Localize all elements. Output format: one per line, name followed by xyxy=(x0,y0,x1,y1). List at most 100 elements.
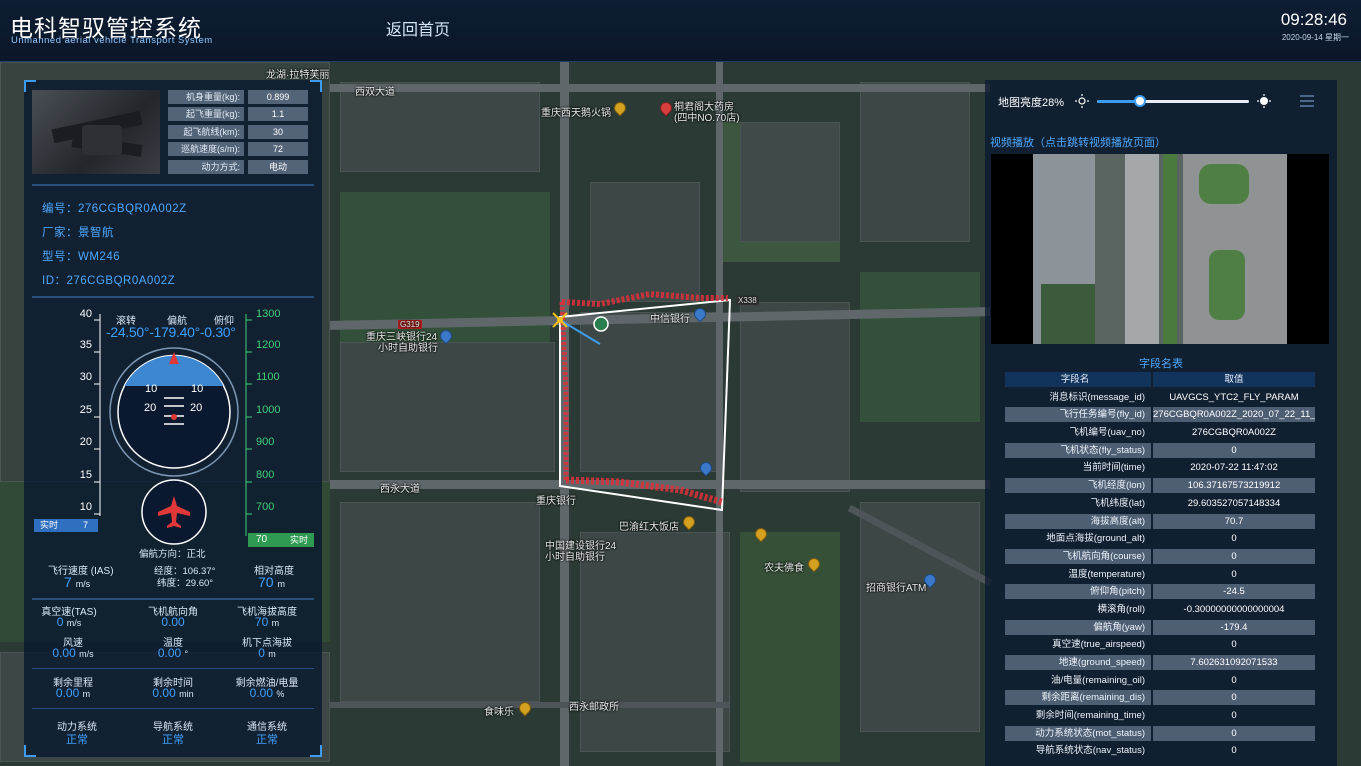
relative-altitude-number: 70 xyxy=(258,574,274,590)
map-label: 龙湖·拉特芙丽 xyxy=(266,70,330,81)
table-field-name: 动力系统状态(mot_status) xyxy=(1005,725,1151,741)
table-field-value: 276CGBQR0A002Z xyxy=(1192,427,1276,439)
table-row: 飞行任务编号(fly_id) 276CGBQR0A002Z_2020_07_22_… xyxy=(1005,406,1337,424)
ias-value: 7 m/s xyxy=(64,574,90,590)
table-row: 海拔高度(alt) 70.7 xyxy=(1005,513,1337,531)
stat-unit: m xyxy=(271,618,280,628)
table-field-name: 剩余时间(remaining_time) xyxy=(1035,710,1145,722)
map-label: 农夫佛食 xyxy=(764,563,804,574)
drone-id-value: 276CGBQR0A002Z xyxy=(66,275,176,287)
altitude-realtime-marker: 70 实时 xyxy=(248,533,314,547)
table-field-value: -24.5 xyxy=(1153,584,1315,600)
table-field-name: 地速(ground_speed) xyxy=(1005,655,1151,670)
table-field-name: 俯仰角(pitch) xyxy=(1005,584,1151,600)
brightness-slider[interactable] xyxy=(1097,95,1249,107)
latitude-label: 纬度： xyxy=(157,578,186,589)
stat-value: 70 m xyxy=(222,615,312,629)
map-label: 西双大道 xyxy=(355,87,395,98)
spec-row: 巡航速度(s/m): 72 xyxy=(168,142,316,156)
drone-id-label: ID： xyxy=(42,275,67,287)
realtime-label: 实时 xyxy=(289,535,308,545)
table-header-row: 字段名 取值 xyxy=(1005,371,1337,389)
table-row: 真空速(true_airspeed) 0 xyxy=(1005,636,1337,654)
table-field-value: 7.602631092071533 xyxy=(1153,655,1315,670)
app-subtitle: Unmanned aerial vehicle Transport System xyxy=(11,35,213,46)
speed-marker-value: 7 xyxy=(82,520,88,530)
relative-altitude-unit: m xyxy=(277,579,285,589)
stat-value: 0.00 m xyxy=(28,686,118,700)
drone-number-value: 276CGBQR0A002Z xyxy=(78,203,187,215)
video-road xyxy=(1125,154,1159,344)
stat-number: 0.00 xyxy=(152,686,176,700)
stat-unit: min xyxy=(179,689,194,699)
table-field-value: 0 xyxy=(1231,710,1237,722)
table-field-name: 飞机航向角(course) xyxy=(1005,548,1151,564)
stat-value: 0.00 m/s xyxy=(28,646,118,660)
altitude-marker-value: 70 xyxy=(256,534,268,545)
sun-bright-icon[interactable] xyxy=(1257,94,1271,108)
map-label: 西永大道 xyxy=(380,484,420,495)
road-sign: X338 xyxy=(736,296,759,305)
stat-unit: m xyxy=(268,649,276,659)
attitude-indicator xyxy=(109,347,239,477)
table-field-value: -0.30000000000000004 xyxy=(1183,603,1285,615)
table-field-value: -179.4 xyxy=(1153,619,1315,635)
table-field-name: 真空速(true_airspeed) xyxy=(1052,639,1145,651)
spec-label: 起飞航线(km): xyxy=(168,125,244,139)
system-status: 正常 xyxy=(162,734,184,746)
realtime-label: 实时 xyxy=(40,520,59,530)
video-trees xyxy=(1199,164,1249,204)
menu-icon[interactable] xyxy=(1299,94,1315,108)
current-time: 09:28:46 xyxy=(1280,10,1347,29)
divider xyxy=(32,668,314,669)
sun-dim-icon[interactable] xyxy=(1075,94,1089,108)
brightness-slider-knob[interactable] xyxy=(1133,95,1146,107)
heading-direction: 偏航方向：正北 xyxy=(139,549,206,560)
ias-unit: m/s xyxy=(75,579,91,589)
table-row: 飞机航向角(course) 0 xyxy=(1005,548,1337,566)
stat-unit: m xyxy=(82,689,91,699)
latitude-value: 29.60° xyxy=(185,578,214,589)
table-row: 当前时间(time) 2020-07-22 11:47:02 xyxy=(1005,459,1337,477)
drone-number-label: 编号： xyxy=(42,203,78,215)
relative-altitude-value: 70 m xyxy=(258,574,285,590)
spec-value: 1.1 xyxy=(248,107,308,121)
map-label: 重庆银行 xyxy=(536,496,576,507)
pitch-mark: 10 xyxy=(145,383,158,395)
table-row: 地速(ground_speed) 7.602631092071533 xyxy=(1005,654,1337,672)
divider xyxy=(32,184,314,186)
spec-label: 巡航速度(s/m): xyxy=(168,142,244,156)
table-field-value: 29.603527057148334 xyxy=(1187,497,1281,509)
table-row: 剩余距离(remaining_dis) 0 xyxy=(1005,689,1337,707)
system-status: 正常 xyxy=(256,734,278,746)
table-row: 横滚角(roll) -0.30000000000000004 xyxy=(1005,601,1337,619)
table-row: 油/电量(remaining_oil) 0 xyxy=(1005,672,1337,690)
table-header-cell: 字段名 xyxy=(1005,372,1151,387)
video-link[interactable]: 视频播放（点击跳转视频播放页面） xyxy=(990,134,1166,150)
drone-model-label: 型号： xyxy=(42,251,78,263)
current-date: 2020-09-14 星期一 xyxy=(1281,33,1349,42)
map-label: 巴渝红大饭店 xyxy=(619,522,679,533)
table-field-value: 2020-07-22 11:47:02 xyxy=(1190,462,1278,474)
spec-value: 72 xyxy=(248,142,308,156)
table-row: 飞机状态(fly_status) 0 xyxy=(1005,442,1337,460)
table-field-name: 地面点海拔(ground_alt) xyxy=(1046,533,1145,545)
road-sign: G319 xyxy=(398,320,422,329)
altitude-tape xyxy=(245,314,252,536)
spec-row: 机身重量(kg): 0.899 xyxy=(168,90,316,104)
table-row: 飞机编号(uav_no) 276CGBQR0A002Z xyxy=(1005,424,1337,442)
home-point-marker[interactable] xyxy=(593,316,609,332)
video-trees xyxy=(1041,284,1095,344)
home-link[interactable]: 返回首页 xyxy=(386,16,450,40)
table-field-name: 飞机编号(uav_no) xyxy=(1069,427,1146,439)
table-title: 字段名表 xyxy=(1139,358,1183,370)
table-row: 飞机纬度(lat) 29.603527057148334 xyxy=(1005,495,1337,513)
stat-value: 0.00 % xyxy=(222,686,312,700)
telemetry-panel: 地图亮度28% 视频播放（点击跳转视频播放页面） 字段名表 字段名 取值 消息标… xyxy=(985,80,1337,766)
table-field-value: 106.37167573219912 xyxy=(1153,478,1315,494)
table-field-value: 0 xyxy=(1153,442,1315,458)
spec-row: 起飞重量(kg): 1.1 xyxy=(168,107,316,121)
video-player[interactable] xyxy=(991,154,1329,344)
spec-value: 电动 xyxy=(248,160,308,174)
table-row: 动力系统状态(mot_status) 0 xyxy=(1005,725,1337,743)
